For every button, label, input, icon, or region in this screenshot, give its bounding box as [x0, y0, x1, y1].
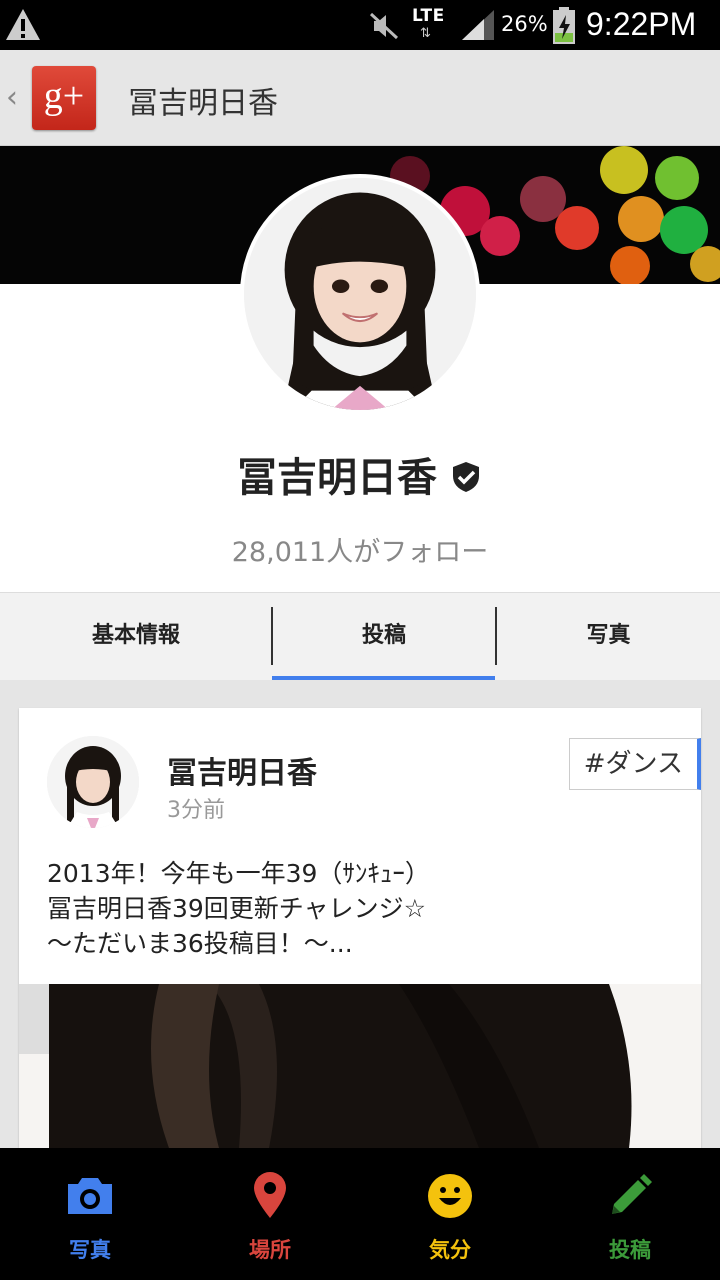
post-text-line: 冨吉明日香39回更新チャレンジ☆ [47, 894, 426, 923]
mood-button[interactable]: 気分 [360, 1148, 540, 1280]
post-text-line: ～ただいま36投稿目！～... [47, 929, 353, 958]
action-bar: ‹ g+ 冨吉明日香 [0, 50, 720, 146]
post-timestamp: 3分前 [167, 798, 225, 823]
battery-charging-icon [553, 7, 575, 44]
mute-icon [369, 12, 399, 40]
clock: 9:22PM [586, 6, 697, 42]
mood-button-label: 気分 [429, 1238, 471, 1262]
post-body[interactable]: 2013年！今年も一年39（ｻﾝｷｭｰ） 冨吉明日香39回更新チャレンジ☆ ～た… [47, 856, 667, 961]
screen: LTE ⇅ 26% 9:22PM ‹ g+ 冨吉明日香 冨吉明日香 28,011… [0, 0, 720, 1280]
hashtag-chip[interactable]: #ダンス [568, 738, 701, 790]
profile-avatar[interactable] [240, 174, 480, 414]
compose-post-button[interactable]: 投稿 [540, 1148, 720, 1280]
profile-tabs: 基本情報 投稿 写真 [0, 592, 720, 680]
post-author-name[interactable]: 冨吉明日香 [167, 748, 317, 792]
post-card[interactable]: 冨吉明日香 3分前 #ダンス 2013年！今年も一年39（ｻﾝｷｭｰ） 冨吉明日… [19, 708, 701, 1148]
camera-icon [68, 1178, 112, 1214]
warning-icon [6, 9, 40, 40]
location-pin-icon [254, 1172, 286, 1218]
portrait-image [244, 178, 476, 410]
compose-post-button-label: 投稿 [609, 1238, 651, 1262]
post-image[interactable] [19, 984, 701, 1148]
page-title: 冨吉明日香 [128, 86, 278, 121]
pencil-icon [612, 1174, 652, 1214]
battery-percent: 26% [501, 12, 548, 36]
photo-button-label: 写真 [69, 1238, 111, 1262]
smiley-icon [428, 1174, 472, 1218]
profile-name-text: 冨吉明日香 [237, 455, 437, 501]
post-text-line: 2013年！今年も一年39（ｻﾝｷｭｰ） [47, 859, 430, 888]
tab-photos[interactable]: 写真 [497, 593, 720, 681]
tab-posts[interactable]: 投稿 [273, 593, 495, 681]
google-plus-logo[interactable]: g+ [32, 66, 96, 130]
network-type: LTE [412, 6, 445, 26]
back-chevron-icon[interactable]: ‹ [6, 80, 18, 115]
portrait-image [47, 736, 139, 828]
follower-count: 28,011人がフォロー [231, 537, 489, 568]
data-arrows-icon: ⇅ [420, 26, 431, 41]
tab-selected-indicator [272, 676, 495, 680]
location-button[interactable]: 場所 [180, 1148, 360, 1280]
post-photo [19, 984, 701, 1148]
tab-about[interactable]: 基本情報 [0, 593, 272, 681]
profile-name: 冨吉明日香 [0, 445, 720, 503]
verified-badge-icon [453, 462, 479, 492]
location-button-label: 場所 [249, 1238, 291, 1262]
photo-button[interactable]: 写真 [0, 1148, 180, 1280]
status-bar: LTE ⇅ 26% 9:22PM [0, 0, 720, 50]
post-author-avatar[interactable] [47, 736, 139, 828]
bottom-action-bar: 写真 場所 気分 投稿 [0, 1148, 720, 1280]
signal-icon [462, 10, 494, 40]
